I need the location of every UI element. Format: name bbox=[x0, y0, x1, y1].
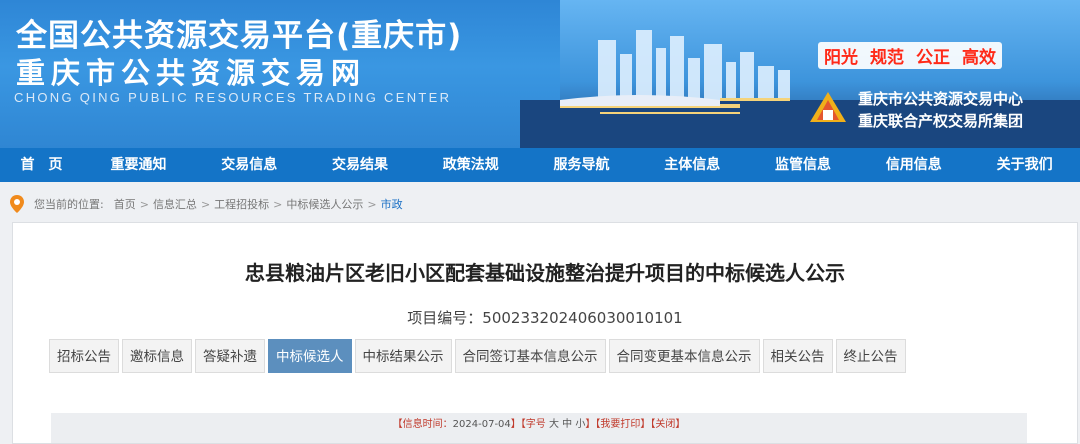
tab-award-result[interactable]: 中标结果公示 bbox=[354, 339, 452, 373]
slogan-item: 规范 bbox=[870, 48, 904, 68]
breadcrumb-separator: > bbox=[139, 197, 149, 211]
tab-contract-change[interactable]: 合同变更基本信息公示 bbox=[608, 339, 760, 373]
tab-qa-addendum[interactable]: 答疑补遗 bbox=[195, 339, 265, 373]
font-size-large-button[interactable]: 大 bbox=[549, 419, 559, 430]
site-title-english: CHONG QING PUBLIC RESOURCES TRADING CENT… bbox=[14, 90, 452, 105]
info-time-label: 【信息时间： bbox=[392, 419, 453, 430]
breadcrumb-current[interactable]: 市政 bbox=[381, 196, 403, 212]
breadcrumb-link-engineering[interactable]: 工程招投标 bbox=[214, 196, 269, 212]
site-title: 重庆市公共资源交易网 bbox=[16, 56, 367, 90]
nav-item-notices[interactable]: 重要通知 bbox=[83, 148, 194, 182]
breadcrumb-link-candidates[interactable]: 中标候选人公示 bbox=[286, 196, 363, 212]
breadcrumb: 您当前的位置: 首页 > 信息汇总 > 工程招投标 > 中标候选人公示 > 市政 bbox=[10, 194, 403, 214]
location-pin-icon bbox=[10, 195, 24, 213]
project-number: 项目编号：500233202406030010101 bbox=[407, 309, 683, 327]
nav-item-trading-results[interactable]: 交易结果 bbox=[305, 148, 416, 182]
slogan-item: 阳光 bbox=[824, 48, 858, 68]
breadcrumb-separator: > bbox=[367, 197, 377, 211]
font-size-small-button[interactable]: 小 bbox=[575, 419, 585, 430]
breadcrumb-separator: > bbox=[200, 197, 211, 211]
nav-item-supervision[interactable]: 监管信息 bbox=[748, 148, 859, 182]
organization-logo-icon bbox=[810, 92, 846, 122]
nav-item-service-guide[interactable]: 服务导航 bbox=[526, 148, 637, 182]
font-size-label: 】【字号 bbox=[510, 419, 546, 430]
organization-name-2: 重庆联合产权交易所集团 bbox=[858, 112, 1024, 130]
organization-name-1: 重庆市公共资源交易中心 bbox=[858, 90, 1024, 108]
nav-item-entity-info[interactable]: 主体信息 bbox=[637, 148, 748, 182]
nav-item-policies[interactable]: 政策法规 bbox=[415, 148, 526, 182]
platform-title: 全国公共资源交易平台(重庆市) bbox=[16, 18, 463, 54]
slogan: 阳光 规范 公正 高效 bbox=[818, 42, 1002, 69]
info-bar: 【信息时间：2024-07-04】【字号 大 中 小】【我要打印】【关闭】 bbox=[51, 413, 1027, 443]
nav-item-home[interactable]: 首 页 bbox=[0, 148, 83, 182]
print-close-links[interactable]: 】【我要打印】【关闭】 bbox=[585, 419, 685, 430]
breadcrumb-link-home[interactable]: 首页 bbox=[114, 196, 136, 212]
font-size-medium-button[interactable]: 中 bbox=[562, 419, 572, 430]
slogan-item: 高效 bbox=[962, 48, 996, 68]
content-panel: 忠县粮油片区老旧小区配套基础设施整治提升项目的中标候选人公示 项目编号：5002… bbox=[12, 222, 1078, 444]
header-banner: 全国公共资源交易平台(重庆市) 重庆市公共资源交易网 CHONG QING PU… bbox=[0, 0, 1080, 148]
tab-winning-candidates[interactable]: 中标候选人 bbox=[268, 339, 352, 373]
breadcrumb-prefix: 您当前的位置: bbox=[34, 198, 104, 211]
tab-termination[interactable]: 终止公告 bbox=[835, 339, 906, 373]
article-title: 忠县粮油片区老旧小区配套基础设施整治提升项目的中标候选人公示 bbox=[245, 261, 845, 285]
breadcrumb-separator: > bbox=[273, 197, 283, 211]
nav-item-trading-info[interactable]: 交易信息 bbox=[194, 148, 305, 182]
tab-contract-signing[interactable]: 合同签订基本信息公示 bbox=[454, 339, 606, 373]
info-time-value: 2024-07-04 bbox=[452, 419, 511, 430]
tab-invitation-info[interactable]: 邀标信息 bbox=[122, 339, 192, 373]
notice-tabs: 招标公告 邀标信息 答疑补遗 中标候选人 中标结果公示 合同签订基本信息公示 合… bbox=[49, 339, 909, 373]
slogan-item: 公正 bbox=[916, 48, 950, 68]
breadcrumb-link-summary[interactable]: 信息汇总 bbox=[153, 196, 197, 212]
tab-bid-announcement[interactable]: 招标公告 bbox=[49, 339, 119, 373]
tab-related-notices[interactable]: 相关公告 bbox=[762, 339, 833, 373]
nav-item-about[interactable]: 关于我们 bbox=[969, 148, 1080, 182]
main-nav: 首 页 重要通知 交易信息 交易结果 政策法规 服务导航 主体信息 监管信息 信… bbox=[0, 148, 1080, 182]
nav-item-credit[interactable]: 信用信息 bbox=[858, 148, 969, 182]
